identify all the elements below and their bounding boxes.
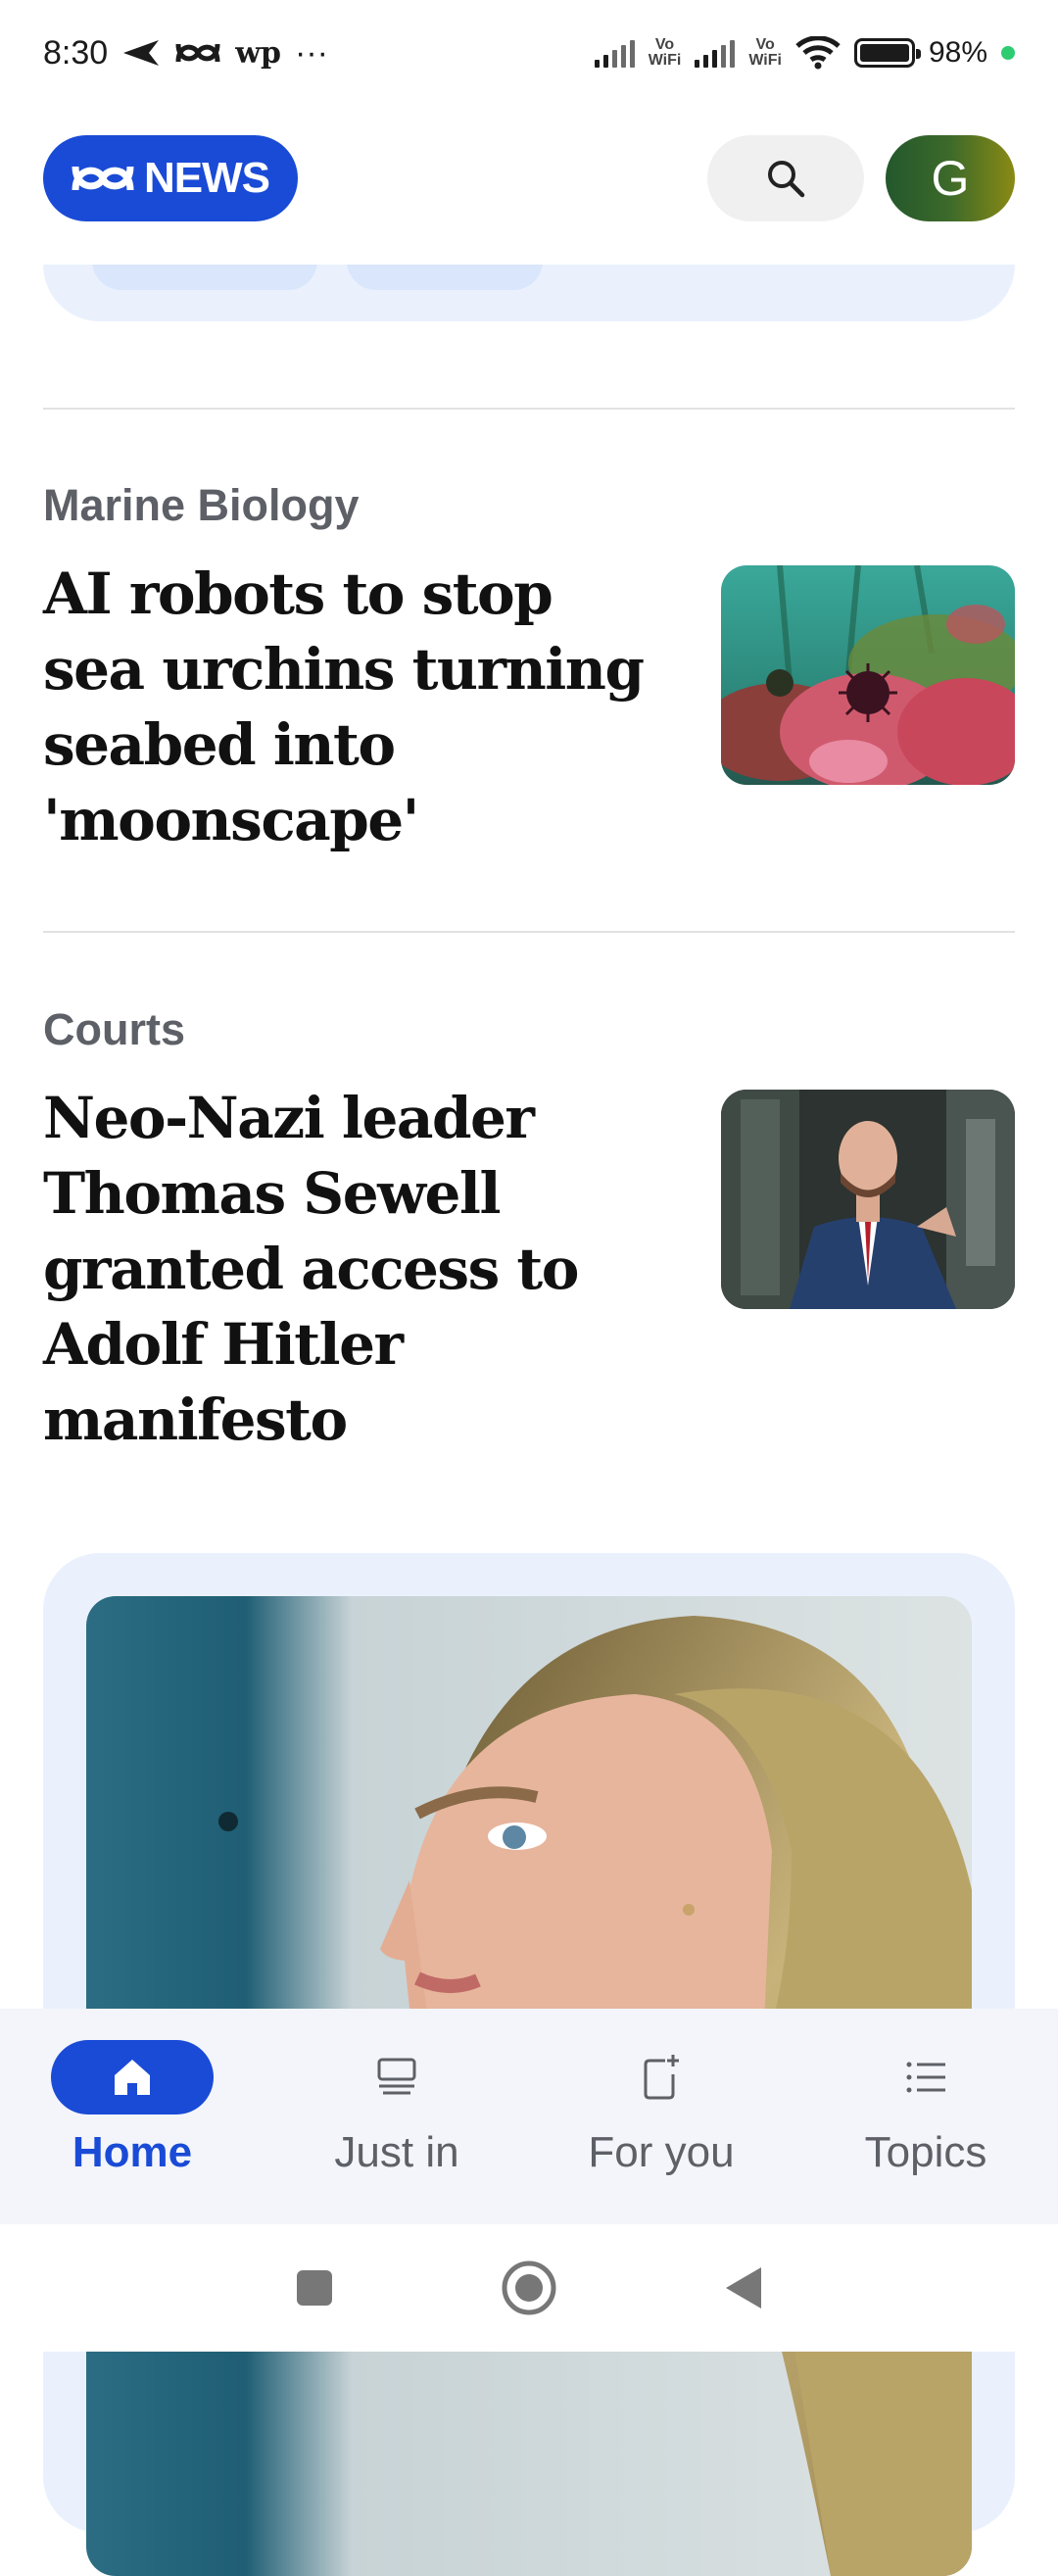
nav-topics-label[interactable]: Topics [865,2128,987,2177]
abc-app-icon [175,43,220,63]
abc-logo-icon [72,166,134,191]
abc-news-logo[interactable]: NEWS [43,135,298,221]
article-headline[interactable]: Neo-Nazi leader Thomas Sewell granted ac… [43,1081,670,1458]
sea-urchin-image [721,565,1015,785]
nav-just-in-label[interactable]: Just in [334,2128,458,2177]
status-right: Vo WiFi Vo WiFi 98% [594,36,1015,70]
nav-topics[interactable]: Topics [794,2009,1058,2224]
back-button-icon[interactable] [724,2265,763,2310]
account-avatar[interactable]: G [886,135,1015,221]
nav-for-you[interactable]: For you [529,2009,794,2224]
nav-home-pill[interactable] [51,2040,214,2114]
recents-button-icon[interactable] [295,2268,334,2308]
status-time: 8:30 [43,33,109,72]
system-navigation-bar [0,2224,1058,2352]
app-header: NEWS G [0,106,1058,265]
send-icon [123,40,160,66]
article-thumbnail[interactable] [721,1090,1015,1309]
wp-app-icon: wp [235,35,281,71]
home-icon [115,2060,150,2095]
chip-partial-2[interactable] [347,261,543,290]
nav-for-you-label[interactable]: For you [588,2128,734,2177]
article-headline[interactable]: AI robots to stop sea urchins turning se… [43,557,670,858]
wifi-icon [795,36,841,70]
signal-2-icon [695,38,736,68]
divider [43,931,1015,933]
divider [43,408,1015,410]
search-button[interactable] [707,135,864,221]
battery-icon [853,38,921,68]
article-thumbnail[interactable] [721,565,1015,785]
man-portrait-image [721,1090,1015,1309]
signal-1-icon [594,38,635,68]
home-button-icon[interactable] [501,2260,557,2316]
nav-home-label[interactable]: Home [72,2128,192,2177]
battery-percent: 98% [928,36,987,69]
article-category[interactable]: Courts [43,1004,1015,1055]
article-category[interactable]: Marine Biology [43,480,1015,531]
status-left: 8:30 wp ··· [43,34,328,73]
bottom-navigation: Home Just in For you Topics [0,2009,1058,2224]
nav-topics-pill[interactable] [844,2040,1007,2114]
nav-just-in[interactable]: Just in [264,2009,529,2224]
search-icon [768,161,805,198]
nav-just-in-pill[interactable] [315,2040,478,2114]
nav-for-you-pill[interactable] [580,2040,743,2114]
status-bar: 8:30 wp ··· Vo WiFi Vo WiFi 98% [0,0,1058,106]
article-card[interactable]: Courts Neo-Nazi leader Thomas Sewell gra… [43,1004,1015,1475]
just-in-icon [377,2058,416,2095]
vowifi-2-label: Vo WiFi [748,36,782,69]
more-notifications-icon: ··· [295,33,328,72]
chip-partial-1[interactable] [92,261,317,290]
topics-icon [906,2062,945,2093]
vowifi-1-label: Vo WiFi [648,36,682,69]
article-card[interactable]: Marine Biology AI robots to stop sea urc… [43,480,1015,872]
privacy-indicator [1001,46,1015,60]
for-you-icon [644,2055,679,2100]
logo-text: NEWS [144,154,270,202]
nav-home[interactable]: Home [0,2009,264,2224]
